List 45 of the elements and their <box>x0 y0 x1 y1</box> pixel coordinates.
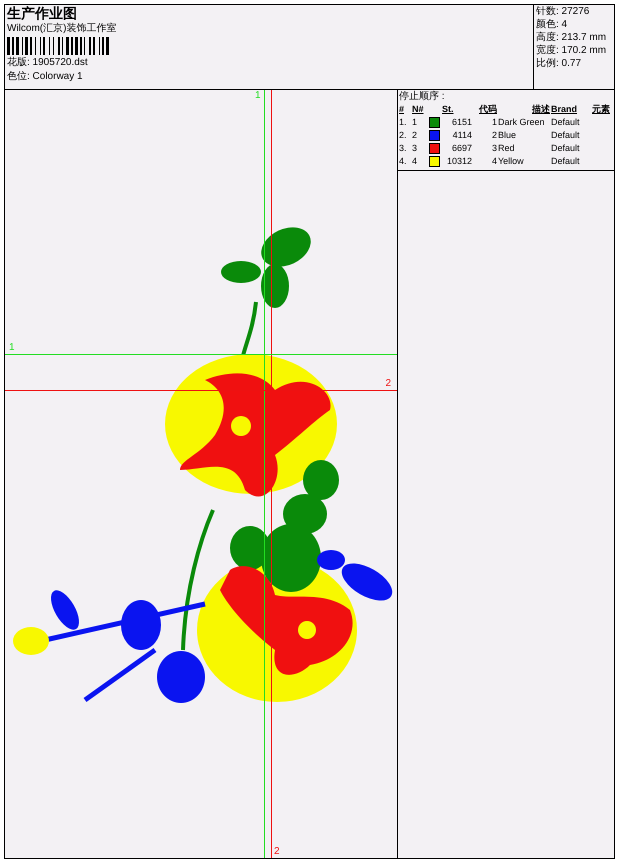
stat-text: 颜色: 4 <box>536 19 568 31</box>
table-cell-text: 4114 <box>452 129 472 141</box>
stat-text: 宽度: 170.2 mm <box>536 45 608 57</box>
table-cell-text: Yellow <box>498 155 525 167</box>
colorway: 色位: Colorway 1 <box>7 71 84 83</box>
column-header: 代码 <box>478 103 497 115</box>
table-cell-text: 1. <box>399 116 408 128</box>
table-cell-text: Default <box>551 116 581 128</box>
table-cell-text: 2 <box>490 129 497 141</box>
table-cell-text: 10312 <box>446 155 472 167</box>
stat-text: 针数: 27276 <box>536 6 590 18</box>
table-title: 停止顺序 : <box>399 91 446 103</box>
table-cell-text: 1 <box>490 116 497 128</box>
table-cell-text: 1 <box>412 116 418 128</box>
stat-text: 高度: 213.7 mm <box>536 32 608 44</box>
table-cell-text: 4. <box>399 155 408 167</box>
design-file: 花版: 1905720.dst <box>7 57 89 69</box>
guide-label: 2 <box>385 378 391 390</box>
table-cell-text: 3. <box>399 142 408 154</box>
guide-label: 1 <box>9 342 15 354</box>
table-cell-text: 3 <box>412 142 418 154</box>
column-header: Brand <box>551 103 578 115</box>
column-header: N# <box>412 103 425 115</box>
table-cell-text: 2 <box>412 129 418 141</box>
table-cell-text: Default <box>551 129 581 141</box>
table-cell-text: Blue <box>498 129 518 141</box>
column-header: 元素 <box>592 103 611 115</box>
sheet-title: 生产作业图 <box>7 5 78 21</box>
table-cell-text: 4 <box>412 155 418 167</box>
stat-text: 比例: 0.77 <box>536 58 582 70</box>
table-cell-text: 6697 <box>450 142 472 154</box>
table-cell-text: Red <box>498 142 516 154</box>
table-cell-text: 6151 <box>450 116 472 128</box>
company-name: Wilcom(汇京)装饰工作室 <box>7 23 118 35</box>
table-cell-text: 4 <box>490 155 497 167</box>
guide-label: 2 <box>274 846 280 858</box>
table-cell-text: Default <box>551 142 581 154</box>
column-header: St. <box>442 103 455 115</box>
column-header: 描述 <box>531 103 550 115</box>
column-header: # <box>399 103 406 115</box>
guide-label: 1 <box>255 90 261 102</box>
table-cell-text: 3 <box>490 142 497 154</box>
table-cell-text: Dark Green <box>498 116 546 128</box>
table-cell-text: Default <box>551 155 581 167</box>
table-cell-text: 2. <box>399 129 408 141</box>
